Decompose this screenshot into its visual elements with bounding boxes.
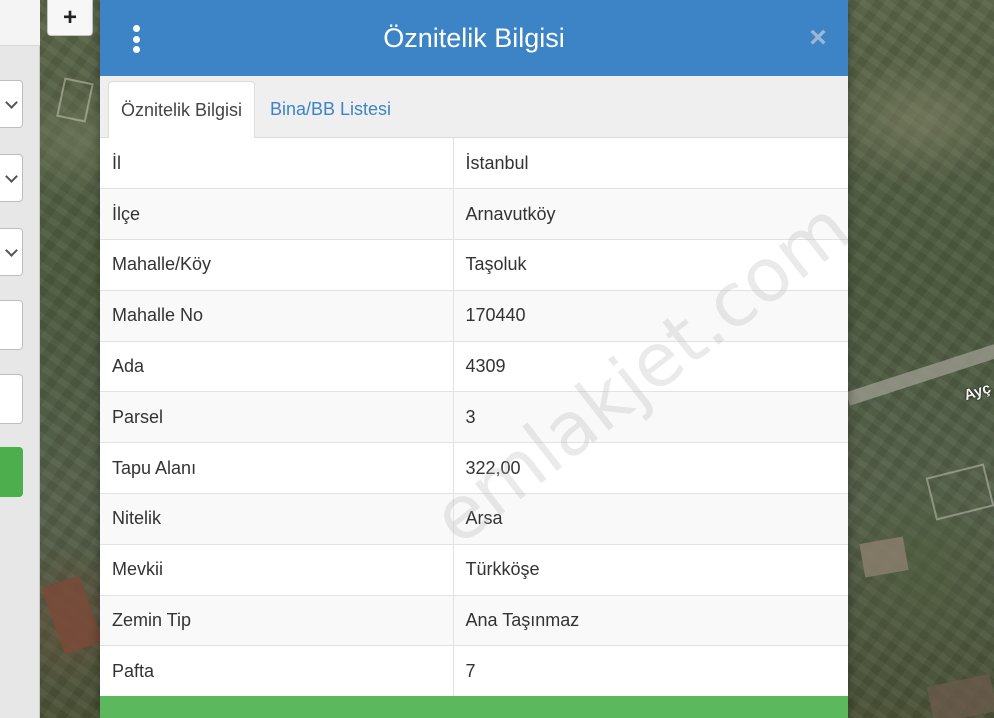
chevron-down-icon [4, 243, 18, 257]
modal-title: Öznitelik Bilgisi [383, 23, 565, 53]
row-value: 4309 [453, 341, 848, 393]
text-input[interactable] [0, 374, 23, 424]
dropdown-select[interactable] [0, 154, 23, 202]
table-row: Parsel 3 [100, 391, 848, 444]
map-building [859, 536, 909, 578]
table-row: Tapu Alanı 322,00 [100, 442, 848, 495]
table-row: Nitelik Arsa [100, 493, 848, 545]
row-key: Pafta [100, 645, 454, 698]
text-input[interactable] [0, 300, 23, 350]
chevron-down-icon [4, 169, 18, 183]
map-building [41, 575, 103, 655]
row-value: 170440 [453, 290, 848, 342]
chevron-down-icon [4, 95, 18, 109]
map-building [925, 463, 994, 521]
modal-header: Öznitelik Bilgisi × [100, 0, 848, 76]
row-key: Mahalle/Köy [100, 239, 454, 291]
table-row: İlçe Arnavutköy [100, 188, 848, 241]
map-building [926, 673, 994, 718]
table-row: İl İstanbul [100, 138, 848, 190]
row-value: Türkköşe [453, 544, 848, 596]
tab-attribute-info[interactable]: Öznitelik Bilgisi [108, 81, 256, 139]
table-row: Pafta 7 [100, 645, 848, 698]
row-value: 3 [453, 391, 848, 444]
modal-footer-action-bar[interactable] [100, 696, 848, 718]
row-value: Ana Taşınmaz [453, 595, 848, 647]
tab-building-list[interactable]: Bina/BB Listesi [258, 81, 403, 138]
row-key: Ada [100, 341, 454, 393]
table-row: Mahalle/Köy Taşoluk [100, 239, 848, 291]
row-value: 7 [453, 645, 848, 698]
dropdown-select[interactable] [0, 80, 23, 128]
row-key: Tapu Alanı [100, 442, 454, 495]
row-value: 322,00 [453, 442, 848, 495]
row-key: İlçe [100, 188, 454, 241]
table-row: Mevkii Türkköşe [100, 544, 848, 596]
row-value: Arnavutköy [453, 188, 848, 241]
row-key: Zemin Tip [100, 595, 454, 647]
close-icon[interactable]: × [806, 23, 830, 53]
zoom-in-button[interactable]: + [47, 0, 93, 36]
attribute-table: İl İstanbul İlçe Arnavutköy Mahalle/Köy … [100, 138, 848, 698]
row-key: Mevkii [100, 544, 454, 596]
table-row: Mahalle No 170440 [100, 290, 848, 342]
tab-bar: Öznitelik Bilgisi Bina/BB Listesi [100, 76, 848, 139]
map-road-label: Ayç [962, 379, 993, 405]
panel-topbar [0, 0, 40, 46]
row-value: Arsa [453, 493, 848, 545]
dropdown-select[interactable] [0, 228, 23, 276]
table-row: Zemin Tip Ana Taşınmaz [100, 595, 848, 647]
row-key: İl [100, 138, 454, 190]
left-side-panel [0, 0, 40, 718]
query-button[interactable] [0, 447, 23, 497]
row-value: İstanbul [453, 138, 848, 190]
row-value: Taşoluk [453, 239, 848, 291]
row-key: Nitelik [100, 493, 454, 545]
table-row: Ada 4309 [100, 341, 848, 393]
attribute-info-modal: Öznitelik Bilgisi × Öznitelik Bilgisi Bi… [100, 0, 848, 718]
row-key: Parsel [100, 391, 454, 444]
row-key: Mahalle No [100, 290, 454, 342]
map-building [56, 77, 94, 123]
